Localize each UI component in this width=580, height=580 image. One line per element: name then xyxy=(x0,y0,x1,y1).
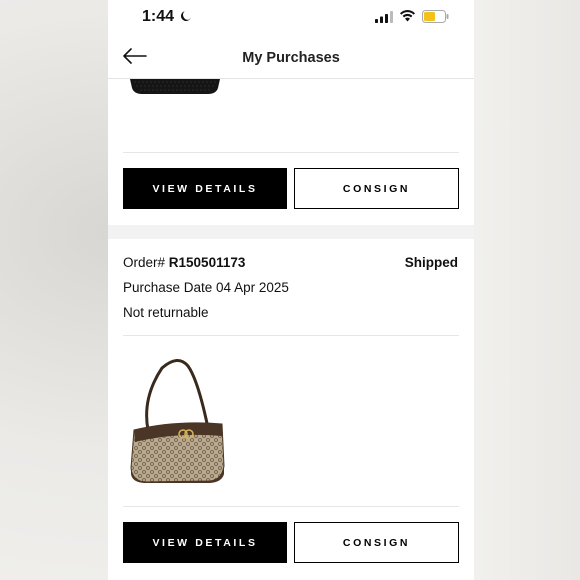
returnable-status: Not returnable xyxy=(123,305,209,320)
consign-button[interactable]: CONSIGN xyxy=(294,522,459,563)
cellular-signal-icon xyxy=(375,11,393,23)
background-right xyxy=(474,0,580,580)
divider xyxy=(123,152,459,153)
view-details-button[interactable]: VIEW DETAILS xyxy=(123,168,287,209)
moon-icon xyxy=(181,11,191,21)
page-title: My Purchases xyxy=(242,50,340,66)
consign-label: CONSIGN xyxy=(342,182,411,195)
previous-product-image[interactable] xyxy=(128,79,222,95)
section-separator xyxy=(108,225,474,239)
view-details-button[interactable]: VIEW DETAILS xyxy=(123,522,287,563)
order-prefix: Order# xyxy=(123,255,169,270)
product-image[interactable] xyxy=(126,358,226,484)
purchase-date: Purchase Date 04 Apr 2025 xyxy=(123,280,289,295)
consign-label: CONSIGN xyxy=(342,536,411,549)
view-details-label: VIEW DETAILS xyxy=(152,182,258,195)
status-time: 1:44 xyxy=(142,8,175,25)
consign-button[interactable]: CONSIGN xyxy=(294,168,459,209)
battery-icon xyxy=(422,10,449,23)
status-bar: 1:44 xyxy=(108,0,474,36)
divider xyxy=(123,335,459,336)
order-status: Shipped xyxy=(404,255,458,270)
divider xyxy=(123,506,459,507)
order-number-line: Order# R150501173 xyxy=(123,255,245,270)
wifi-icon xyxy=(400,10,415,22)
phone-screen: 1:44 My Purchases VIEW DETAILS CONSIGN O… xyxy=(108,0,474,580)
view-details-label: VIEW DETAILS xyxy=(152,536,258,549)
app-header: My Purchases xyxy=(108,36,474,79)
previous-order-card: VIEW DETAILS CONSIGN xyxy=(108,79,474,225)
order-number: R150501173 xyxy=(168,255,246,270)
